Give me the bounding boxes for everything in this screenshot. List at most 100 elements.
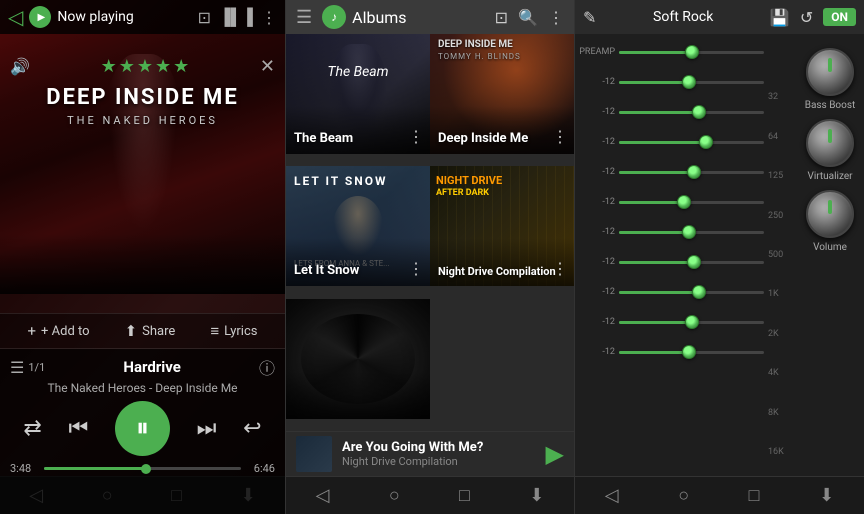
eq-preamp-knob[interactable] bbox=[685, 45, 699, 59]
albums-nav-back[interactable]: ◁ bbox=[308, 481, 338, 510]
eq-4k-fill bbox=[619, 291, 699, 294]
album-beam-more-button[interactable]: ⋮ bbox=[408, 127, 424, 146]
track-name: Hardrive bbox=[45, 358, 259, 376]
eq-1k-slider[interactable] bbox=[619, 231, 764, 234]
virtualizer-knob[interactable] bbox=[806, 119, 854, 167]
albums-cast-icon[interactable]: ⊡ bbox=[495, 8, 508, 27]
mini-album-art bbox=[296, 436, 332, 472]
eq-nav-back[interactable]: ◁ bbox=[597, 481, 627, 510]
star-4[interactable]: ★ bbox=[155, 56, 171, 77]
star-3[interactable]: ★ bbox=[137, 56, 153, 77]
album-night-more-button[interactable]: ⋮ bbox=[552, 259, 568, 278]
eq-4k-slider[interactable] bbox=[619, 291, 764, 294]
albums-nav-down[interactable]: ⬇ bbox=[521, 481, 552, 510]
app-logo: ♪ bbox=[322, 5, 346, 29]
track-info-icon[interactable]: ⓘ bbox=[259, 355, 275, 379]
eq-nav-square[interactable]: □ bbox=[741, 481, 768, 510]
albums-nav-square[interactable]: □ bbox=[451, 481, 478, 510]
eq-125-knob[interactable] bbox=[699, 135, 713, 149]
eq-2k-label: -12 bbox=[579, 257, 615, 267]
let-it-snow-text: LET IT SNOW bbox=[294, 174, 388, 188]
equalizer-icon[interactable]: ▐▌▐ bbox=[219, 7, 253, 27]
progress-bar[interactable] bbox=[44, 467, 241, 470]
eq-250-knob[interactable] bbox=[687, 165, 701, 179]
eq-16k-slider[interactable] bbox=[619, 351, 764, 354]
eq-save-icon[interactable]: 💾 bbox=[770, 8, 790, 27]
star-1[interactable]: ★ bbox=[101, 56, 117, 77]
eq-freq-8k: 8K bbox=[768, 399, 796, 427]
add-to-button[interactable]: + + Add to bbox=[28, 322, 90, 340]
eq-4k-knob[interactable] bbox=[692, 285, 706, 299]
close-icon[interactable]: ✕ bbox=[260, 56, 275, 77]
queue-icon[interactable]: ☰ bbox=[10, 358, 24, 377]
cast-icon[interactable]: ⊡ bbox=[198, 8, 211, 27]
eq-250-slider[interactable] bbox=[619, 171, 764, 174]
add-to-label: + Add to bbox=[41, 324, 90, 339]
volume-icon[interactable]: 🔊 bbox=[10, 57, 30, 76]
star-5[interactable]: ★ bbox=[173, 56, 189, 77]
eq-nav-home[interactable]: ○ bbox=[670, 481, 697, 510]
album-snow-more-button[interactable]: ⋮ bbox=[408, 259, 424, 278]
album-label-deep: Deep Inside Me bbox=[438, 131, 528, 146]
albums-search-icon[interactable]: 🔍 bbox=[518, 8, 538, 27]
album-item-dark[interactable] bbox=[286, 299, 430, 419]
eq-1k-knob[interactable] bbox=[682, 225, 696, 239]
eq-pencil-icon[interactable]: ✎ bbox=[583, 8, 596, 27]
eq-nav-down[interactable]: ⬇ bbox=[811, 481, 842, 510]
eq-band-16k: -12 bbox=[579, 338, 764, 366]
eq-32-label: -12 bbox=[579, 77, 615, 87]
hamburger-icon[interactable]: ☰ bbox=[296, 7, 312, 28]
next-button[interactable]: ⏭ bbox=[197, 416, 217, 441]
eq-band-125: -12 bbox=[579, 128, 764, 156]
eq-64-label: -12 bbox=[579, 107, 615, 117]
eq-band-4k: -12 bbox=[579, 278, 764, 306]
albums-grid: The Beam The Beam ⋮ DEEP INSIDE ME TOMMY… bbox=[286, 34, 574, 431]
album-title-overlay: DEEP INSIDE ME THE NAKED HEROES bbox=[0, 85, 285, 127]
track-info-row: ☰ 1/1 Hardrive ⓘ bbox=[10, 355, 275, 379]
album-item-the-beam[interactable]: The Beam The Beam ⋮ bbox=[286, 34, 430, 154]
mini-track-title: Are You Going With Me? bbox=[342, 440, 536, 455]
star-2[interactable]: ★ bbox=[119, 56, 135, 77]
mini-play-button[interactable]: ▶ bbox=[546, 440, 564, 468]
shuffle-button[interactable]: ⇄ bbox=[23, 416, 41, 441]
eq-125-slider[interactable] bbox=[619, 141, 764, 144]
eq-64-knob[interactable] bbox=[692, 105, 706, 119]
progress-fill bbox=[44, 467, 146, 470]
prev-button[interactable]: ⏮ bbox=[68, 416, 88, 441]
eq-32-knob[interactable] bbox=[682, 75, 696, 89]
album-item-deep-inside-me[interactable]: DEEP INSIDE ME TOMMY H. BLINDS Deep Insi… bbox=[430, 34, 574, 154]
album-item-let-it-snow[interactable]: LET IT SNOW LETS FROM ANNA & STE... Let … bbox=[286, 166, 430, 286]
volume-container: Volume bbox=[806, 190, 854, 253]
album-label-night: Night Drive Compilation bbox=[438, 265, 556, 278]
albums-nav-bar: ◁ ○ □ ⬇ bbox=[286, 476, 574, 514]
play-pause-button[interactable]: ⏸ bbox=[115, 401, 170, 456]
repeat-button[interactable]: ↩ bbox=[243, 416, 261, 441]
eq-on-button[interactable]: ON bbox=[823, 8, 856, 26]
eq-8k-slider[interactable] bbox=[619, 321, 764, 324]
albums-more-icon[interactable]: ⋮ bbox=[548, 8, 564, 27]
album-deep-more-button[interactable]: ⋮ bbox=[552, 127, 568, 146]
share-button[interactable]: ⬆ Share bbox=[125, 322, 176, 340]
lyrics-button[interactable]: ≡ Lyrics bbox=[210, 322, 257, 340]
albums-nav-home[interactable]: ○ bbox=[381, 481, 408, 510]
eq-32-slider[interactable] bbox=[619, 81, 764, 84]
share-icon: ⬆ bbox=[125, 322, 138, 340]
eq-reset-icon[interactable]: ↺ bbox=[800, 8, 813, 27]
eq-16k-knob[interactable] bbox=[682, 345, 696, 359]
volume-knob[interactable] bbox=[806, 190, 854, 238]
eq-64-slider[interactable] bbox=[619, 111, 764, 114]
eq-2k-knob[interactable] bbox=[687, 255, 701, 269]
eq-header: ✎ Soft Rock 💾 ↺ ON bbox=[575, 0, 864, 34]
eq-preamp-slider[interactable] bbox=[619, 51, 764, 54]
bass-boost-knob[interactable] bbox=[806, 48, 854, 96]
star-rating[interactable]: ★ ★ ★ ★ ★ bbox=[101, 56, 190, 77]
eq-2k-slider[interactable] bbox=[619, 261, 764, 264]
back-icon[interactable]: ◁ bbox=[8, 5, 23, 29]
albums-title: Albums bbox=[352, 8, 495, 27]
eq-500-knob[interactable] bbox=[677, 195, 691, 209]
eq-500-slider[interactable] bbox=[619, 201, 764, 204]
header-play-button[interactable]: ▶ bbox=[29, 6, 51, 28]
more-options-icon[interactable]: ⋮ bbox=[261, 8, 277, 27]
eq-8k-knob[interactable] bbox=[685, 315, 699, 329]
album-item-night-drive[interactable]: NIGHT DRIVE AFTER DARK Night Drive Compi… bbox=[430, 166, 574, 286]
